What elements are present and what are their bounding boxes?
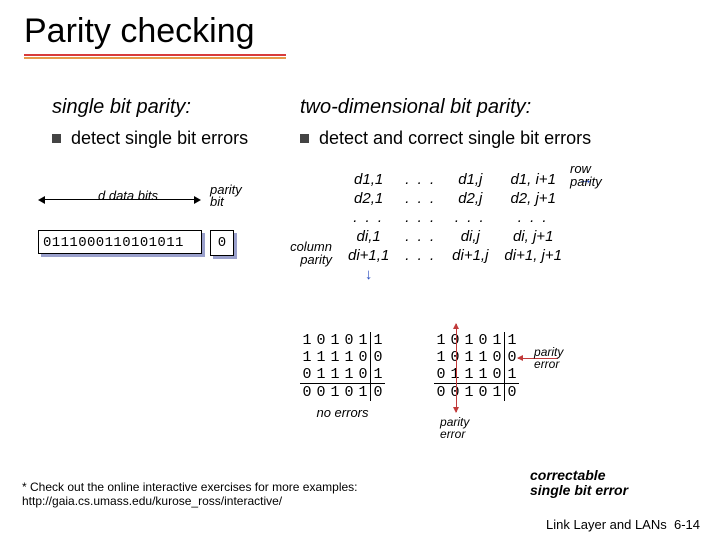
right-section-heading: two-dimensional bit parity: (300, 96, 531, 119)
table-row: . . .. . .. . .. . . (340, 208, 601, 227)
table-row: 101100 (434, 349, 519, 366)
parity-error-side-label: parity error (534, 346, 563, 370)
no-errors-matrix: 101011 111100 011101 001010 no errors (300, 332, 385, 420)
table-row: 011101 (434, 366, 519, 384)
table-row: 011101 (300, 366, 385, 384)
title-underline (24, 54, 286, 60)
data-bits-box: 0111000110101011 (38, 230, 202, 254)
footnote-url: http://gaia.cs.umass.edu/kurose_ross/int… (22, 494, 282, 508)
table-row: 101011 (300, 332, 385, 349)
table-row: 001010 (300, 384, 385, 402)
no-errors-caption: no errors (300, 405, 385, 420)
table-row: 001010 (434, 384, 519, 402)
table-row: 101011 (434, 332, 519, 349)
parity-bit-label: parity bit (210, 184, 242, 208)
table-row: di,1. . .di,jdi, j+1 (340, 227, 601, 246)
example-matrices: 101011 111100 011101 001010 no errors 10… (300, 332, 559, 420)
footer-page: 6-14 (674, 517, 700, 532)
right-bullet-text: detect and correct single bit errors (319, 128, 591, 148)
left-section-heading: single bit parity: (52, 96, 191, 119)
right-bullet: detect and correct single bit errors (300, 128, 690, 149)
column-parity-label: column parity (282, 240, 332, 266)
bullet-icon (300, 134, 309, 143)
two-d-parity-matrix: row parity column parity d1,1. . .d1,jd1… (340, 170, 601, 284)
parity-bit-box: 0 (210, 230, 234, 256)
table-row: d2,1. . .d2,jd2, j+1 (340, 189, 601, 208)
table-row: d1,1. . .d1,jd1, i+1→ (340, 170, 601, 189)
slide-title: Parity checking (24, 12, 255, 51)
table-row: di+1,1. . .di+1,jdi+1, j+1 (340, 246, 601, 265)
parity-error-bottom-label: parity error (440, 416, 469, 440)
d-data-bits-label: d data bits (98, 188, 158, 203)
arrow-right-icon (194, 196, 201, 204)
row-parity-label: row parity (570, 162, 602, 188)
page-footer: Link Layer and LANs 6-14 (546, 517, 700, 532)
table-row: 111100 (300, 349, 385, 366)
footnote-text: * Check out the online interactive exerc… (22, 480, 358, 494)
footnote: * Check out the online interactive exerc… (22, 480, 382, 508)
arrow-left-icon (38, 196, 45, 204)
with-error-matrix: 101011 101100 011101 001010 parity error… (434, 332, 519, 401)
footer-section: Link Layer and LANs (546, 517, 667, 532)
single-bit-parity-diagram: d data bits parity bit 0111000110101011 … (38, 190, 258, 256)
left-bullet: detect single bit errors (52, 128, 262, 149)
correctable-label: correctable single bit error (530, 468, 628, 498)
table-row: ↓ (340, 265, 601, 284)
bullet-icon (52, 134, 61, 143)
error-arrow-vertical (456, 324, 457, 412)
arrow-down-icon: ↓ (340, 265, 397, 284)
left-bullet-text: detect single bit errors (71, 128, 248, 148)
